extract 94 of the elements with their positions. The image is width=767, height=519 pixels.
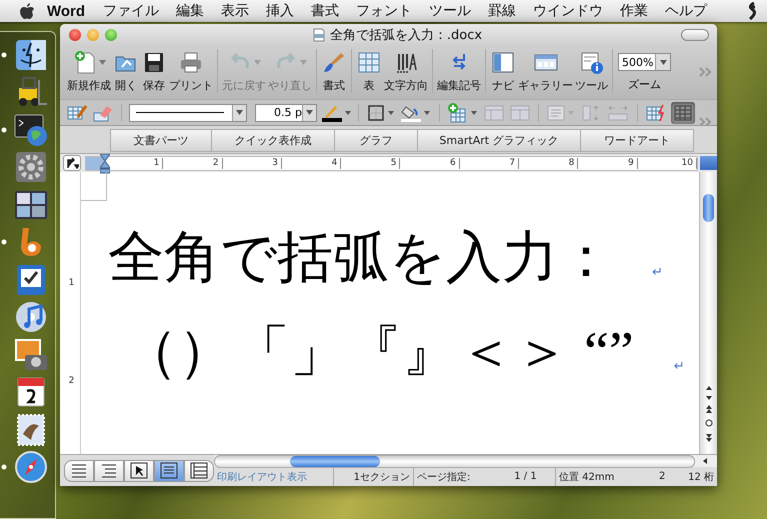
view-button[interactable] bbox=[64, 460, 94, 482]
ruler-number: 9 bbox=[578, 158, 638, 168]
paintbrush-icon bbox=[321, 50, 347, 74]
page-lines-icon bbox=[159, 461, 179, 480]
toolbar-button[interactable]: 編集記号 bbox=[436, 49, 482, 93]
ruler-number: 2 bbox=[163, 158, 223, 168]
document-icon bbox=[312, 28, 326, 42]
pointer-frame-icon bbox=[129, 461, 149, 480]
line-style-dropdown[interactable] bbox=[129, 104, 247, 122]
ruler-number: 8 bbox=[519, 158, 578, 168]
scroll-thumb[interactable] bbox=[290, 456, 380, 466]
line-number: 2 bbox=[658, 470, 666, 484]
caret-icon bbox=[660, 60, 667, 64]
page-label: ページ指定: bbox=[416, 470, 472, 484]
ruler-number: 6 bbox=[400, 158, 460, 168]
toolbar-button[interactable]: 開く bbox=[112, 49, 140, 93]
caret-icon bbox=[99, 60, 106, 64]
view-button[interactable] bbox=[154, 460, 184, 482]
zoom-label: ズーム bbox=[628, 77, 662, 92]
menu-item[interactable]: ウインドウ bbox=[533, 2, 604, 20]
paragraph-mark: ↵ bbox=[652, 265, 663, 280]
toolbar-button[interactable]: 表 bbox=[355, 49, 383, 93]
ruler-number: 10 bbox=[638, 158, 697, 168]
compass-icon[interactable] bbox=[0, 449, 50, 486]
ruler-number: 4 bbox=[282, 158, 342, 168]
ruler-margin bbox=[86, 156, 104, 170]
toolbar-button[interactable]: 書式 bbox=[320, 49, 348, 93]
zoom-field[interactable]: 500% bbox=[618, 53, 672, 71]
section-label: 1セクション bbox=[334, 467, 414, 486]
crop-mark bbox=[81, 172, 107, 201]
position-label: 位置 42mm bbox=[558, 470, 616, 484]
toolbar-toggle-button[interactable] bbox=[681, 29, 709, 41]
caret-icon bbox=[236, 110, 243, 115]
document-text: （）「」『』＜＞ “” bbox=[122, 320, 634, 385]
table-grid-icon bbox=[674, 104, 692, 120]
ruler-number: 3 bbox=[222, 158, 282, 168]
terminal-globe-icon[interactable] bbox=[0, 112, 50, 148]
insert-table-icon[interactable] bbox=[447, 102, 479, 122]
caret-icon bbox=[306, 110, 313, 115]
menu-item[interactable]: フォント bbox=[356, 2, 412, 20]
menu-item[interactable]: 書式 bbox=[311, 2, 340, 20]
draw-table-icon[interactable] bbox=[66, 102, 88, 122]
table-autoformat-icon[interactable] bbox=[645, 102, 667, 122]
menu-item[interactable]: ヘルプ bbox=[665, 2, 708, 20]
window-title: 全角で括弧を入力：.docx bbox=[330, 27, 482, 44]
apple-logo-icon[interactable] bbox=[19, 2, 35, 20]
paragraph-mark: ↵ bbox=[674, 359, 685, 374]
ruler-number: 1 bbox=[68, 278, 74, 288]
toolbar-button[interactable]: 保存 bbox=[140, 49, 168, 93]
close-button[interactable] bbox=[69, 29, 81, 41]
menu-item[interactable]: ファイル bbox=[103, 2, 160, 20]
view-button[interactable] bbox=[124, 460, 154, 482]
app-menu[interactable]: Word bbox=[47, 2, 86, 20]
menu-item[interactable]: 作業 bbox=[620, 2, 648, 20]
gridlines-toggle-button[interactable] bbox=[671, 102, 695, 124]
tab-stop-icon bbox=[65, 157, 79, 169]
line-weight-dropdown[interactable]: 0.5 p bbox=[255, 104, 317, 122]
ruler-number: 5 bbox=[341, 158, 400, 168]
page-count: 1 / 1 bbox=[496, 467, 556, 486]
view-button[interactable] bbox=[184, 460, 214, 482]
ribbon-tab[interactable]: SmartArt グラフィック bbox=[417, 129, 580, 152]
toolbar-button[interactable]: 新規作成 bbox=[66, 49, 112, 93]
notebook-icon bbox=[189, 461, 209, 480]
scroll-thumb[interactable] bbox=[703, 194, 714, 222]
toolbox-info-icon bbox=[578, 50, 604, 74]
printer-icon bbox=[178, 50, 204, 74]
menu-item[interactable]: 編集 bbox=[176, 2, 204, 20]
view-mode-label: 印刷レイアウト表示 bbox=[214, 467, 334, 486]
menu-item[interactable]: 挿入 bbox=[266, 2, 294, 20]
ribbon-tab[interactable]: クイック表作成 bbox=[211, 129, 334, 152]
ribbon-tab[interactable]: 文書パーツ bbox=[110, 129, 211, 152]
toolbar-button[interactable]: ギャラリー bbox=[517, 49, 574, 93]
menu-item[interactable]: 罫線 bbox=[488, 2, 516, 20]
ribbon-tab[interactable]: ワードアート bbox=[580, 129, 694, 152]
indent-marker-icon[interactable] bbox=[100, 154, 110, 174]
ribbon-tab[interactable]: グラフ bbox=[334, 129, 417, 152]
border-icon[interactable] bbox=[366, 102, 396, 122]
caret-icon bbox=[300, 60, 307, 64]
menu-item[interactable]: ツール bbox=[429, 2, 472, 20]
column-number: 12 桁 bbox=[680, 467, 717, 486]
document-text: 全角で括弧を入力： bbox=[108, 226, 614, 291]
toolbar-button[interactable]: ナビ bbox=[489, 49, 517, 93]
menu-item[interactable]: 表示 bbox=[221, 2, 250, 20]
tab-selector-button[interactable] bbox=[63, 155, 81, 171]
toolbar-button[interactable]: ツール bbox=[574, 49, 609, 93]
sidebar-panel-icon bbox=[490, 50, 516, 74]
toolbar-button[interactable]: プリント bbox=[168, 49, 214, 93]
caret-icon bbox=[254, 60, 261, 64]
table-grid-icon bbox=[356, 50, 382, 74]
view-button[interactable] bbox=[94, 460, 124, 482]
cell-align-icon[interactable] bbox=[546, 102, 576, 122]
ruler-number: 2 bbox=[68, 376, 74, 386]
toolbar-button[interactable]: 文字方向 bbox=[383, 49, 429, 93]
ruler-number: 7 bbox=[460, 158, 520, 168]
